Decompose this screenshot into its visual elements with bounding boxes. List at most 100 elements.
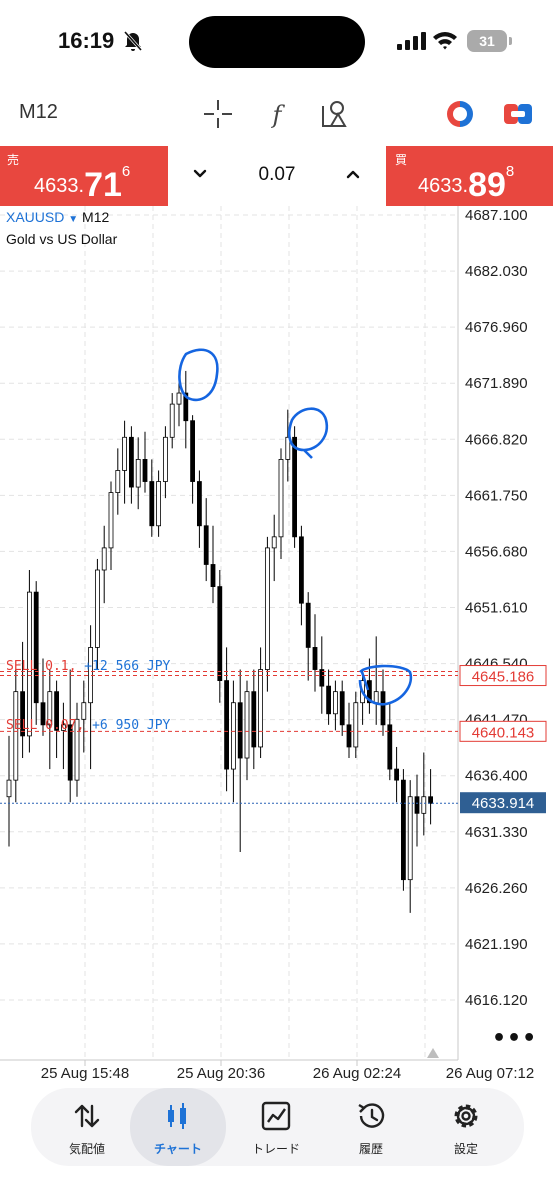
- buy-tag: 買: [395, 153, 408, 167]
- y-tick-label: 4666.820: [465, 431, 528, 448]
- objects-icon[interactable]: [320, 98, 352, 130]
- candle-body: [278, 459, 284, 538]
- y-tick-label: 4656.680: [465, 543, 528, 560]
- candle-body: [190, 420, 196, 482]
- candle-body: [101, 547, 107, 571]
- price-chart[interactable]: 4687.100 4682.030 4676.960 4671.890 4666.820…: [0, 206, 553, 1086]
- y-tick-label: 4631.330: [465, 824, 528, 841]
- svg-text:f: f: [271, 101, 286, 129]
- position-label-2[interactable]: SELL 0.07, +6 950 JPY: [6, 718, 170, 733]
- x-tick-label: 25 Aug 20:36: [177, 1065, 265, 1082]
- crosshair-icon[interactable]: [202, 98, 234, 130]
- sell-price: 4633.716: [34, 163, 131, 204]
- nav-chart[interactable]: チャート: [130, 1088, 226, 1166]
- trade-panel-icon[interactable]: [502, 98, 534, 130]
- candle-body: [428, 796, 434, 804]
- bottom-nav: 気配値 チャート トレード 履歴 設定: [31, 1088, 524, 1166]
- x-tick-label: 26 Aug 07:12: [446, 1065, 534, 1082]
- candle-body: [421, 796, 427, 814]
- chart-toolbar: M12 f: [0, 88, 553, 138]
- candle-body: [326, 685, 332, 715]
- candle-body: [298, 536, 304, 604]
- lot-selector: 0.07: [168, 146, 386, 206]
- bell-off-icon: [123, 31, 143, 51]
- candle-body: [95, 569, 100, 648]
- scroll-marker-icon: [427, 1048, 439, 1058]
- annotation-circle-1: [178, 348, 219, 402]
- candle-body: [251, 691, 257, 748]
- chevron-up-icon[interactable]: [343, 164, 363, 184]
- position-price-tag-label: 4640.143: [472, 724, 535, 741]
- y-axis-labels: 4687.100 4682.030 4676.960 4671.890 4666.820…: [465, 207, 528, 1009]
- status-bar: 16:19 31: [0, 0, 553, 84]
- symbol-name[interactable]: XAUUSD: [6, 209, 64, 225]
- x-tick-label: 25 Aug 15:48: [41, 1065, 129, 1082]
- y-tick-label: 4621.190: [465, 936, 528, 953]
- symbol-timeframe: M12: [82, 209, 110, 225]
- one-click-trading-icon[interactable]: [444, 98, 476, 130]
- cell-signal-icon: [397, 32, 426, 50]
- candle-body: [81, 702, 87, 720]
- candle-body: [13, 691, 19, 781]
- candle-body: [339, 691, 345, 726]
- candle-body: [128, 436, 134, 488]
- y-tick-label: 4682.030: [465, 263, 528, 280]
- candle-body: [394, 768, 400, 781]
- candle-body: [414, 796, 420, 814]
- candle-body: [230, 702, 236, 770]
- bid-price-tag-label: 4633.914: [472, 795, 535, 812]
- candle-body: [244, 691, 250, 759]
- candle-body: [217, 586, 223, 682]
- candle-body: [237, 702, 243, 759]
- candle-body: [67, 724, 73, 781]
- indicators-f-icon[interactable]: f: [261, 98, 293, 130]
- symbol-dropdown-icon[interactable]: ▼: [68, 214, 78, 225]
- chart-grid: [0, 206, 459, 1066]
- y-tick-label: 4616.120: [465, 992, 528, 1009]
- candle-body: [135, 459, 141, 488]
- trade-chart-icon: [261, 1101, 291, 1131]
- candle-body: [33, 591, 39, 704]
- candle-body: [373, 691, 379, 704]
- y-tick-label: 4651.610: [465, 600, 528, 617]
- candle-body: [258, 669, 264, 748]
- candle-body: [224, 680, 230, 770]
- buy-button[interactable]: 買 4633.898: [386, 146, 553, 206]
- candle-body: [115, 470, 121, 493]
- candle-body: [196, 481, 202, 527]
- candle-body: [203, 525, 209, 565]
- nav-settings[interactable]: 設定: [418, 1088, 514, 1166]
- candle-body: [6, 779, 12, 798]
- one-click-trade-panel: 売 4633.716 0.07 買 4633.898: [0, 146, 553, 206]
- y-tick-label: 4626.260: [465, 880, 528, 897]
- settings-gear-icon: [454, 1104, 478, 1128]
- x-tick-label: 26 Aug 02:24: [313, 1065, 401, 1082]
- symbol-description: Gold vs US Dollar: [6, 231, 118, 247]
- position-label-1[interactable]: SELL 0.1, +12 566 JPY: [6, 659, 170, 674]
- battery-nub: [509, 37, 512, 45]
- status-time: 16:19: [58, 28, 115, 53]
- candle-body: [176, 392, 182, 405]
- nav-trade[interactable]: トレード: [228, 1088, 324, 1166]
- sort-arrows-icon: [74, 1104, 100, 1128]
- chart-symbol-line[interactable]: XAUUSD ▼ M12: [6, 209, 109, 225]
- candle-body: [162, 436, 168, 482]
- nav-history[interactable]: 履歴: [323, 1088, 419, 1166]
- dynamic-island: [189, 16, 365, 68]
- sell-button[interactable]: 売 4633.716: [0, 146, 168, 206]
- candle-body: [332, 691, 338, 715]
- y-tick-label: 4687.100: [465, 207, 528, 224]
- more-dots-icon[interactable]: •••: [492, 1026, 537, 1051]
- candle-body: [210, 564, 216, 587]
- candle-body: [400, 779, 406, 881]
- candle-body: [292, 436, 298, 538]
- timeframe-button[interactable]: M12: [19, 101, 58, 124]
- candle-body: [108, 492, 114, 549]
- candle-body: [122, 436, 127, 471]
- candle-body: [380, 691, 386, 726]
- candle-body: [264, 547, 270, 670]
- x-axis-labels: 25 Aug 15:48 25 Aug 20:36 26 Aug 02:24 26 A…: [41, 1065, 534, 1082]
- nav-quotes[interactable]: 気配値: [39, 1088, 135, 1166]
- y-tick-label: 4661.750: [465, 487, 528, 504]
- candle-body: [346, 724, 352, 748]
